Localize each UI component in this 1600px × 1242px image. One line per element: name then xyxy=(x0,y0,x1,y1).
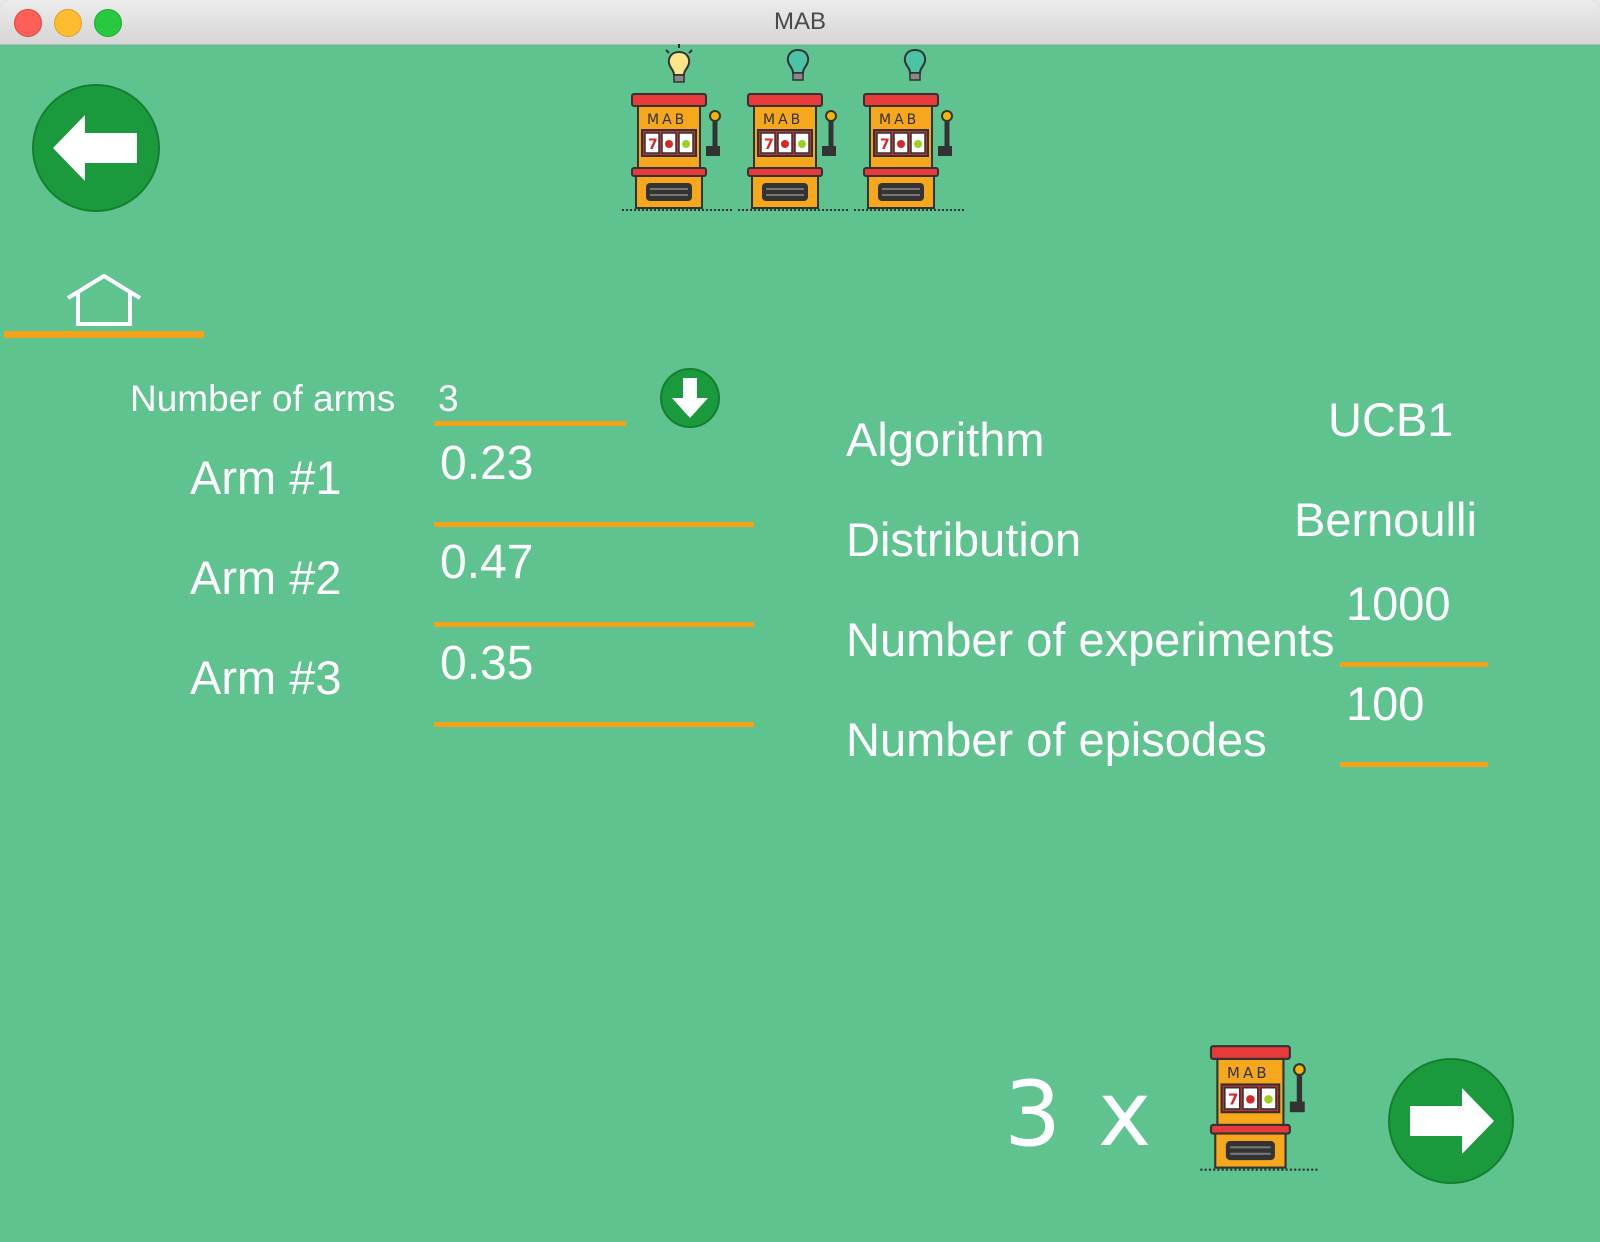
arrow-right-icon xyxy=(1410,1088,1494,1154)
number-of-arms-underline xyxy=(434,421,626,426)
next-button[interactable] xyxy=(1388,1058,1514,1184)
arm-probability-input[interactable]: 0.47 xyxy=(440,539,533,587)
svg-text:MAB: MAB xyxy=(1227,1064,1270,1082)
slot-machine-icon: MAB xyxy=(622,92,734,214)
unlit-bulb-icon xyxy=(786,48,810,81)
arm-probability-input[interactable]: 0.23 xyxy=(440,440,533,488)
number-of-arms-label: Number of arms xyxy=(130,378,396,419)
download-button[interactable] xyxy=(660,368,720,428)
title-bar: MAB xyxy=(0,0,1600,45)
app-window: MAB MAB MAB MAB Number of arms 3 Arm #1 … xyxy=(0,0,1600,1242)
arrow-down-icon xyxy=(672,378,708,418)
number-of-arms-input[interactable]: 3 xyxy=(438,380,459,417)
svg-text:MAB: MAB xyxy=(763,112,803,128)
arm-input-underline xyxy=(434,722,754,727)
arm-label: Arm #1 xyxy=(190,451,342,504)
svg-text:MAB: MAB xyxy=(879,112,919,128)
episodes-label: Number of episodes xyxy=(846,713,1267,766)
experiments-label: Number of experiments xyxy=(846,613,1335,666)
slot-machine-icon: MAB xyxy=(1200,1044,1320,1174)
slot-machine-icon: MAB xyxy=(854,92,966,214)
tab-home[interactable] xyxy=(4,262,204,342)
active-tab-indicator xyxy=(4,331,204,338)
unlit-bulb-icon xyxy=(903,48,927,81)
arm-label: Arm #3 xyxy=(190,651,342,704)
arm-input-underline xyxy=(434,622,754,627)
window-title: MAB xyxy=(773,8,826,35)
lit-bulb-icon xyxy=(665,44,693,83)
arm-input-underline xyxy=(434,522,754,527)
arm-label: Arm #2 xyxy=(190,551,342,604)
arm-probability-input[interactable]: 0.35 xyxy=(440,640,533,688)
svg-text:MAB: MAB xyxy=(647,112,687,128)
episodes-input[interactable]: 100 xyxy=(1346,680,1424,727)
experiments-underline xyxy=(1340,662,1488,667)
distribution-selector[interactable]: Bernoulli xyxy=(1294,496,1477,543)
algorithm-label: Algorithm xyxy=(846,413,1045,466)
experiments-input[interactable]: 1000 xyxy=(1346,580,1451,627)
algorithm-selector[interactable]: UCB1 xyxy=(1328,396,1453,443)
back-button[interactable] xyxy=(32,84,160,212)
home-icon xyxy=(66,274,142,326)
machine-count: 3 xyxy=(1004,1062,1062,1167)
episodes-underline xyxy=(1340,762,1488,767)
arrow-left-icon xyxy=(53,115,137,181)
times-symbol: x xyxy=(1098,1062,1152,1167)
slot-machine-icon: MAB xyxy=(738,92,850,214)
distribution-label: Distribution xyxy=(846,513,1082,566)
